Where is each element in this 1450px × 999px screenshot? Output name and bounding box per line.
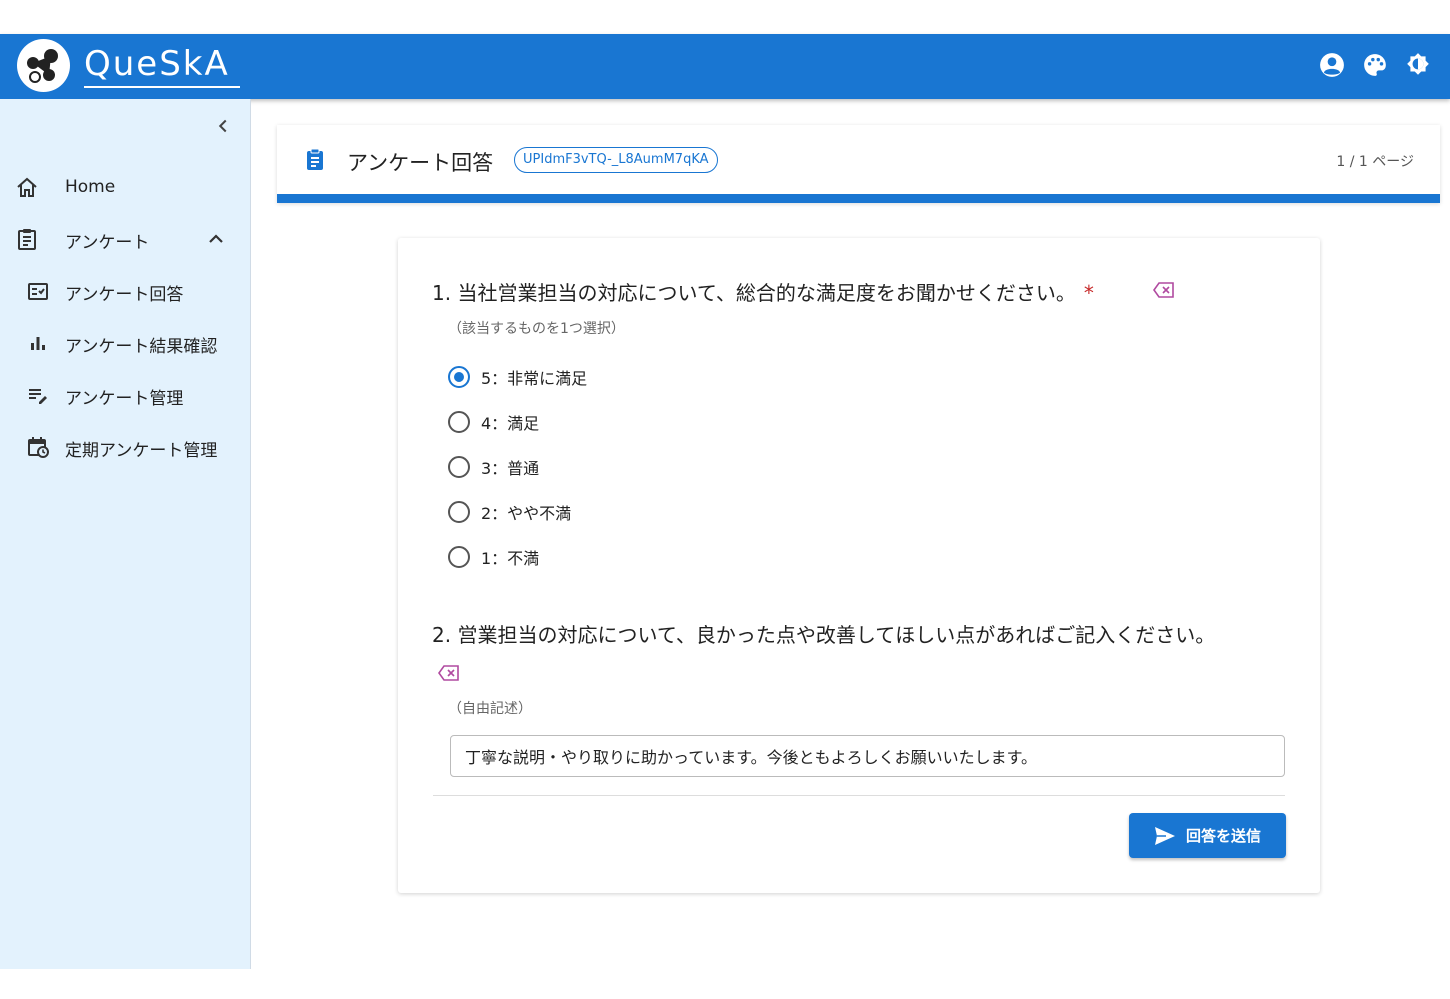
sidebar-item-label: アンケート管理 xyxy=(65,389,184,409)
radio-label: 5：非常に満足 xyxy=(481,369,588,388)
radio-button[interactable] xyxy=(448,411,470,433)
calendar-sync-icon xyxy=(28,437,49,458)
submit-button-label: 回答を送信 xyxy=(1185,827,1261,845)
clear-answer-icon[interactable] xyxy=(438,664,460,682)
chevron-up-icon[interactable] xyxy=(204,227,228,251)
radio-option[interactable]: 5：非常に満足 xyxy=(448,362,587,392)
survey-header: アンケート回答 UPIdmF3vTQ-_L8AumM7qKA 1 / 1 ページ xyxy=(277,125,1440,203)
sidebar-item-label: 定期アンケート管理 xyxy=(65,441,218,461)
radio-label: 4：満足 xyxy=(481,414,540,433)
checkbox-list-icon xyxy=(28,283,48,300)
sidebar-item-survey-manage[interactable]: アンケート管理 xyxy=(0,375,250,415)
logo-text[interactable]: QueSkA xyxy=(84,42,240,88)
palette-icon[interactable] xyxy=(1362,52,1388,78)
sidebar-item-label: アンケート回答 xyxy=(65,285,184,305)
page-indicator: 1 / 1 ページ xyxy=(1336,154,1414,170)
radio-option[interactable]: 1：不満 xyxy=(448,542,539,572)
survey-id-chip: UPIdmF3vTQ-_L8AumM7qKA xyxy=(514,147,718,173)
survey-form: 1. 当社営業担当の対応について、総合的な満足度をお聞かせください。 * （該当す… xyxy=(398,238,1320,893)
page-title: アンケート回答 xyxy=(347,151,494,175)
question-2-hint: （自由記述） xyxy=(448,701,532,717)
send-icon xyxy=(1154,826,1175,845)
clear-answer-icon[interactable] xyxy=(1153,281,1175,299)
clipboard-list-icon xyxy=(18,229,36,250)
question-1-title: 1. 当社営業担当の対応について、総合的な満足度をお聞かせください。 * xyxy=(432,277,1094,306)
radio-option[interactable]: 4：満足 xyxy=(448,407,539,437)
radio-button-selected[interactable] xyxy=(448,366,470,388)
radio-button[interactable] xyxy=(448,546,470,568)
radio-label: 2：やや不満 xyxy=(481,504,572,523)
brightness-icon[interactable] xyxy=(1405,52,1431,78)
home-icon xyxy=(17,177,37,197)
radio-label: 1：不満 xyxy=(481,549,540,568)
question-2-title: 2. 営業担当の対応について、良かった点や改善してほしい点があればご記入ください… xyxy=(432,623,1216,647)
divider xyxy=(433,795,1285,796)
app-bar: QueSkA xyxy=(0,34,1450,99)
sidebar: Home アンケート アンケート回答 アンケート結果確認 アンケート管理 定期ア… xyxy=(0,99,251,969)
sidebar-item-label: アンケート xyxy=(65,233,150,253)
required-mark: * xyxy=(1083,281,1094,305)
radio-label: 3：普通 xyxy=(481,459,540,478)
sidebar-item-label: Home xyxy=(65,177,116,197)
sidebar-item-survey[interactable]: アンケート xyxy=(0,219,250,259)
radio-option[interactable]: 2：やや不満 xyxy=(448,497,571,527)
sidebar-item-survey-answer[interactable]: アンケート回答 xyxy=(0,271,250,311)
free-text-answer-input[interactable] xyxy=(450,735,1285,777)
edit-list-icon xyxy=(29,389,47,404)
account-circle-icon[interactable] xyxy=(1319,52,1345,78)
sidebar-item-scheduled-survey[interactable]: 定期アンケート管理 xyxy=(0,427,250,467)
radio-option[interactable]: 3：普通 xyxy=(448,452,539,482)
bar-chart-icon xyxy=(31,337,45,350)
question-title-text: 1. 当社営業担当の対応について、総合的な満足度をお聞かせください。 xyxy=(432,281,1076,305)
chevron-left-icon[interactable] xyxy=(212,115,234,137)
question-1-hint: （該当するものを1つ選択） xyxy=(448,321,625,337)
submit-answer-button[interactable]: 回答を送信 xyxy=(1129,813,1286,858)
clipboard-icon xyxy=(307,148,323,170)
sidebar-item-label: アンケート結果確認 xyxy=(65,337,218,357)
sidebar-item-home[interactable]: Home xyxy=(0,168,250,208)
radio-button[interactable] xyxy=(448,456,470,478)
logo-icon[interactable] xyxy=(17,39,70,92)
radio-button[interactable] xyxy=(448,501,470,523)
sidebar-item-survey-results[interactable]: アンケート結果確認 xyxy=(0,323,250,363)
